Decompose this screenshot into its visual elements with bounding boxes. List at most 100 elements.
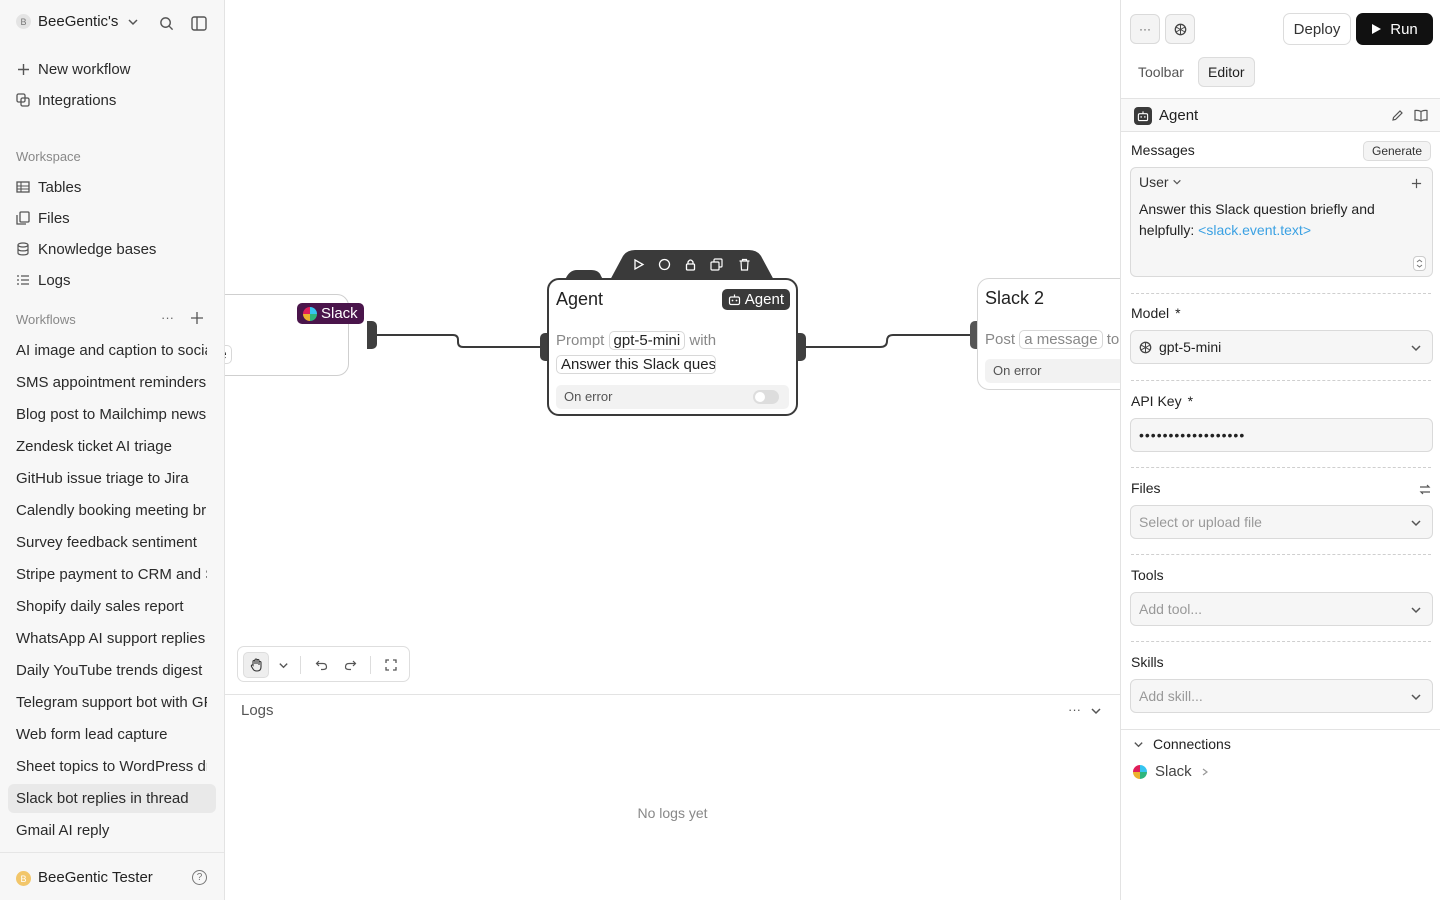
new-workflow-button[interactable]: New workflow — [16, 57, 131, 81]
fit-view-icon[interactable] — [378, 652, 404, 678]
slack-tag: Slack — [297, 303, 364, 324]
book-icon[interactable] — [1414, 109, 1428, 125]
api-key-input[interactable]: •••••••••••••••••• — [1130, 418, 1433, 452]
message-text[interactable]: Answer this Slack question briefly and h… — [1139, 199, 1424, 241]
chevron-down-icon[interactable] — [1090, 704, 1102, 720]
tools-select[interactable]: Add tool... — [1130, 592, 1433, 626]
redo-icon[interactable] — [337, 652, 363, 678]
role-select[interactable]: User — [1139, 174, 1182, 190]
logs-more-icon[interactable]: ··· — [1068, 702, 1081, 717]
hand-tool-icon[interactable] — [243, 652, 269, 678]
list-icon — [16, 273, 30, 287]
tab-toolbar[interactable]: Toolbar — [1129, 57, 1193, 87]
chevron-down-icon[interactable] — [270, 652, 296, 678]
connection-item-slack[interactable]: Slack — [1133, 763, 1210, 780]
database-icon — [16, 242, 30, 256]
integrations-link[interactable]: Integrations — [16, 88, 116, 112]
trash-icon[interactable] — [737, 257, 751, 271]
workflow-item[interactable]: Telegram support bot with GPT — [16, 691, 207, 715]
run-label: Run — [1390, 20, 1418, 38]
slack-output-handle[interactable] — [367, 321, 377, 349]
sidebar-item-files[interactable]: Files — [16, 206, 70, 230]
sidebar-item-logs[interactable]: Logs — [16, 268, 71, 292]
lock-icon[interactable] — [683, 257, 697, 271]
workflow-item[interactable]: Blog post to Mailchimp newsletter — [16, 403, 207, 427]
api-key-label-text: API Key — [1131, 393, 1182, 409]
search-icon[interactable] — [156, 13, 176, 33]
on-error-toggle[interactable] — [753, 390, 779, 404]
agent-tag: Agent — [721, 289, 790, 310]
workflow-item[interactable]: Zendesk ticket AI triage — [16, 435, 207, 459]
api-key-label: API Key * — [1131, 393, 1193, 409]
workflow-item[interactable]: Sheet topics to WordPress drafts — [16, 755, 207, 779]
undo-icon[interactable] — [308, 652, 334, 678]
skills-select[interactable]: Add skill... — [1130, 679, 1433, 713]
slack2-node-title: Slack 2 — [985, 288, 1045, 308]
slack2-node[interactable]: Slack 2 Post a message to On error — [977, 278, 1120, 390]
deploy-button[interactable]: Deploy — [1283, 13, 1351, 45]
workflow-item-active[interactable]: Slack bot replies in thread — [16, 787, 207, 811]
add-message-icon[interactable] — [1411, 176, 1422, 192]
user-avatar: B — [16, 871, 31, 886]
chevron-down-icon — [1411, 694, 1421, 701]
to-word: to — [1106, 331, 1120, 348]
message-editor[interactable]: User Answer this Slack question briefly … — [1130, 167, 1433, 277]
model-pill: gpt-5-mini — [608, 331, 686, 350]
edit-icon[interactable] — [1391, 109, 1404, 125]
workflow-item[interactable]: Calendly booking meeting brief — [16, 499, 207, 523]
workflow-item[interactable]: Daily YouTube trends digest — [16, 659, 207, 683]
agent-prompt-row: Prompt gpt-5-mini with — [556, 331, 716, 350]
add-workflow-icon[interactable] — [190, 311, 204, 328]
plus-icon — [16, 62, 30, 76]
generate-button[interactable]: Generate — [1363, 141, 1432, 161]
workspace-switcher[interactable]: B BeeGentic's — [16, 13, 139, 30]
workflow-item[interactable]: SMS appointment reminders — [16, 371, 207, 395]
connections-header[interactable]: Connections — [1121, 729, 1440, 759]
message-variable: <slack.event.text> — [1198, 222, 1311, 238]
more-options-button[interactable]: ··· — [1130, 14, 1160, 44]
toggle-node-icon[interactable] — [657, 257, 671, 271]
robot-icon — [728, 294, 740, 306]
workflow-item[interactable]: WhatsApp AI support replies — [16, 627, 207, 651]
slack-trigger-node[interactable]: Slack ge — [225, 294, 364, 376]
tab-editor[interactable]: Editor — [1198, 57, 1255, 87]
model-select[interactable]: gpt-5-mini — [1130, 330, 1433, 364]
duplicate-icon[interactable] — [709, 257, 723, 271]
run-node-icon[interactable] — [631, 257, 645, 271]
model-value: gpt-5-mini — [1159, 339, 1222, 355]
tools-label: Tools — [1131, 567, 1164, 583]
workflow-item[interactable]: GitHub issue triage to Jira — [16, 467, 207, 491]
sidebar-item-knowledge-bases[interactable]: Knowledge bases — [16, 237, 156, 261]
agent-tag-label: Agent — [744, 291, 784, 308]
on-error-label: On error — [564, 389, 613, 404]
agent-node[interactable]: Agent Agent Prompt gpt-5-mini with Answe… — [547, 278, 798, 416]
workflow-item[interactable]: Gmail AI reply — [16, 819, 207, 843]
switch-mode-icon[interactable] — [1419, 482, 1431, 498]
workflow-item[interactable]: Shopify daily sales report — [16, 595, 207, 619]
workflows-more-icon[interactable]: ··· — [161, 310, 174, 325]
resize-handle-icon[interactable] — [1413, 256, 1426, 271]
chevron-down-icon — [128, 18, 138, 25]
workflow-item[interactable]: Survey feedback sentiment — [16, 531, 207, 555]
workflow-item[interactable]: Stripe payment to CRM and Slack — [16, 563, 207, 587]
copilot-button[interactable] — [1165, 14, 1195, 44]
run-button[interactable]: Run — [1356, 13, 1433, 45]
files-label: Files — [1131, 480, 1161, 496]
files-select[interactable]: Select or upload file — [1130, 505, 1433, 539]
help-icon[interactable]: ? — [192, 870, 207, 885]
workflow-item[interactable]: Web form lead capture — [16, 723, 207, 747]
workflow-item[interactable]: AI image and caption to social — [16, 339, 207, 363]
node-toolbar-shape — [565, 250, 775, 282]
chevron-down-icon — [1411, 520, 1421, 527]
sidebar-item-label: Tables — [38, 178, 82, 196]
tools-placeholder: Add tool... — [1139, 601, 1203, 617]
required-mark: * — [1175, 305, 1181, 321]
sidebar-item-tables[interactable]: Tables — [16, 175, 81, 199]
chevron-down-icon — [1134, 742, 1143, 748]
message-preview-pill: Answer this Slack question — [556, 355, 716, 374]
agent-output-handle[interactable] — [796, 333, 806, 361]
user-footer[interactable]: B BeeGentic Tester ? — [0, 852, 224, 900]
sidebar-toggle-icon[interactable] — [189, 13, 209, 33]
slack-logo-icon — [303, 306, 317, 321]
workflow-canvas[interactable]: Slack ge Agent Agent Prompt gpt-5-mini w… — [225, 0, 1120, 694]
